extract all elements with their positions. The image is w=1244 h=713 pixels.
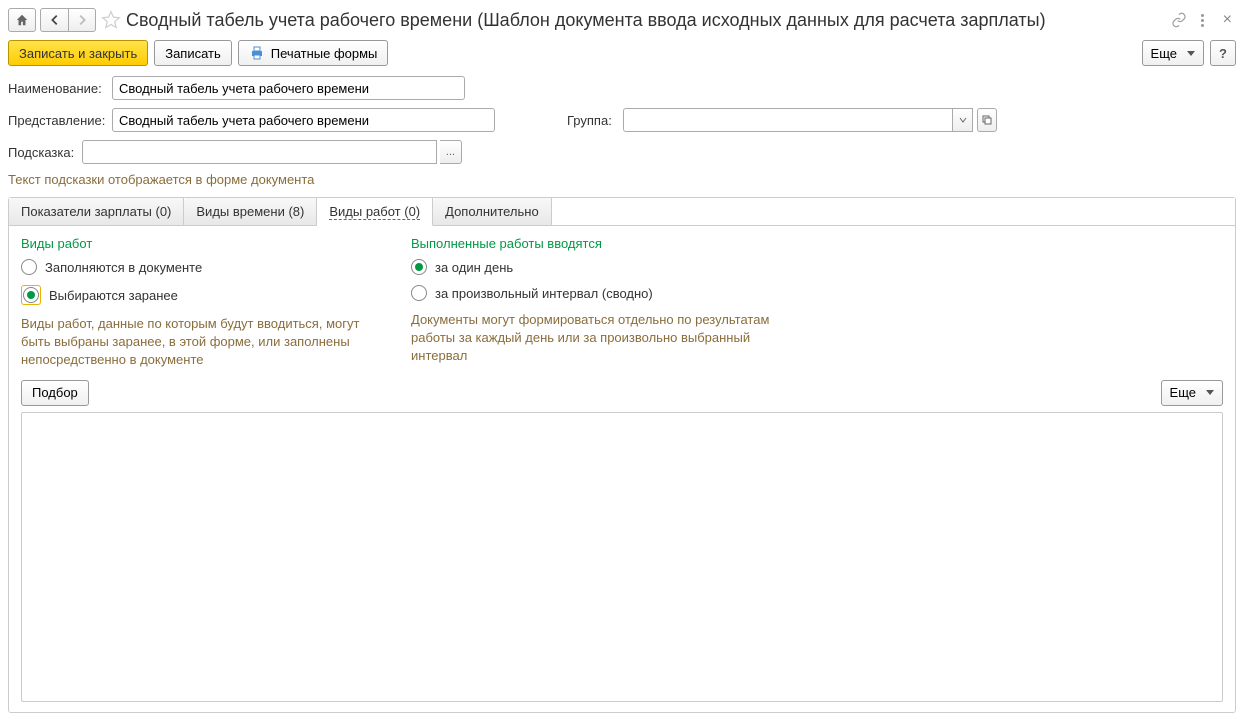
work-types-list[interactable] — [21, 412, 1223, 702]
favorite-icon[interactable] — [100, 9, 122, 31]
hint-ellipsis-button[interactable]: ... — [440, 140, 462, 164]
home-button[interactable] — [8, 8, 36, 32]
page-title: Сводный табель учета рабочего времени (Ш… — [126, 10, 1167, 31]
radio-icon — [411, 259, 427, 275]
more-button-top[interactable]: Еще — [1142, 40, 1204, 66]
group-dropdown-button[interactable] — [953, 108, 973, 132]
radio-label: за один день — [435, 260, 513, 275]
presentation-input[interactable] — [112, 108, 495, 132]
group-label: Группа: — [567, 113, 617, 128]
group-input[interactable] — [623, 108, 953, 132]
tab-work-types[interactable]: Виды работ (0) — [317, 198, 433, 226]
printer-icon — [249, 45, 265, 61]
back-button[interactable] — [40, 8, 68, 32]
menu-icon[interactable] — [1195, 12, 1211, 28]
link-icon[interactable] — [1171, 12, 1187, 28]
select-button[interactable]: Подбор — [21, 380, 89, 406]
radio-interval[interactable]: за произвольный интервал (сводно) — [411, 285, 771, 301]
radio-label: Выбираются заранее — [49, 288, 178, 303]
forward-button[interactable] — [68, 8, 96, 32]
more-button-list[interactable]: Еще — [1161, 380, 1223, 406]
name-label: Наименование: — [8, 81, 106, 96]
hint-description: Текст подсказки отображается в форме док… — [8, 172, 1236, 187]
radio-icon — [21, 259, 37, 275]
close-button[interactable]: × — [1219, 11, 1236, 29]
radio-icon — [411, 285, 427, 301]
presentation-label: Представление: — [8, 113, 106, 128]
tab-time-types[interactable]: Виды времени (8) — [184, 198, 317, 225]
radio-label: Заполняются в документе — [45, 260, 202, 275]
save-button[interactable]: Записать — [154, 40, 232, 66]
hint-label: Подсказка: — [8, 145, 76, 160]
hint-input[interactable] — [82, 140, 437, 164]
work-types-title: Виды работ — [21, 236, 381, 251]
radio-icon — [23, 287, 39, 303]
tab-salary-indicators[interactable]: Показатели зарплаты (0) — [9, 198, 184, 225]
work-types-description: Виды работ, данные по которым будут ввод… — [21, 315, 381, 370]
group-open-button[interactable] — [977, 108, 997, 132]
completed-work-description: Документы могут формироваться отдельно п… — [411, 311, 771, 366]
help-button[interactable]: ? — [1210, 40, 1236, 66]
tab-additional[interactable]: Дополнительно — [433, 198, 552, 225]
save-close-button[interactable]: Записать и закрыть — [8, 40, 148, 66]
print-forms-button[interactable]: Печатные формы — [238, 40, 389, 66]
tabs-bar: Показатели зарплаты (0) Виды времени (8)… — [9, 198, 1235, 226]
radio-label: за произвольный интервал (сводно) — [435, 286, 653, 301]
radio-fill-in-document[interactable]: Заполняются в документе — [21, 259, 381, 275]
radio-one-day[interactable]: за один день — [411, 259, 771, 275]
name-input[interactable] — [112, 76, 465, 100]
print-forms-label: Печатные формы — [271, 46, 378, 61]
radio-select-beforehand[interactable]: Выбираются заранее — [21, 285, 381, 305]
completed-work-title: Выполненные работы вводятся — [411, 236, 771, 251]
